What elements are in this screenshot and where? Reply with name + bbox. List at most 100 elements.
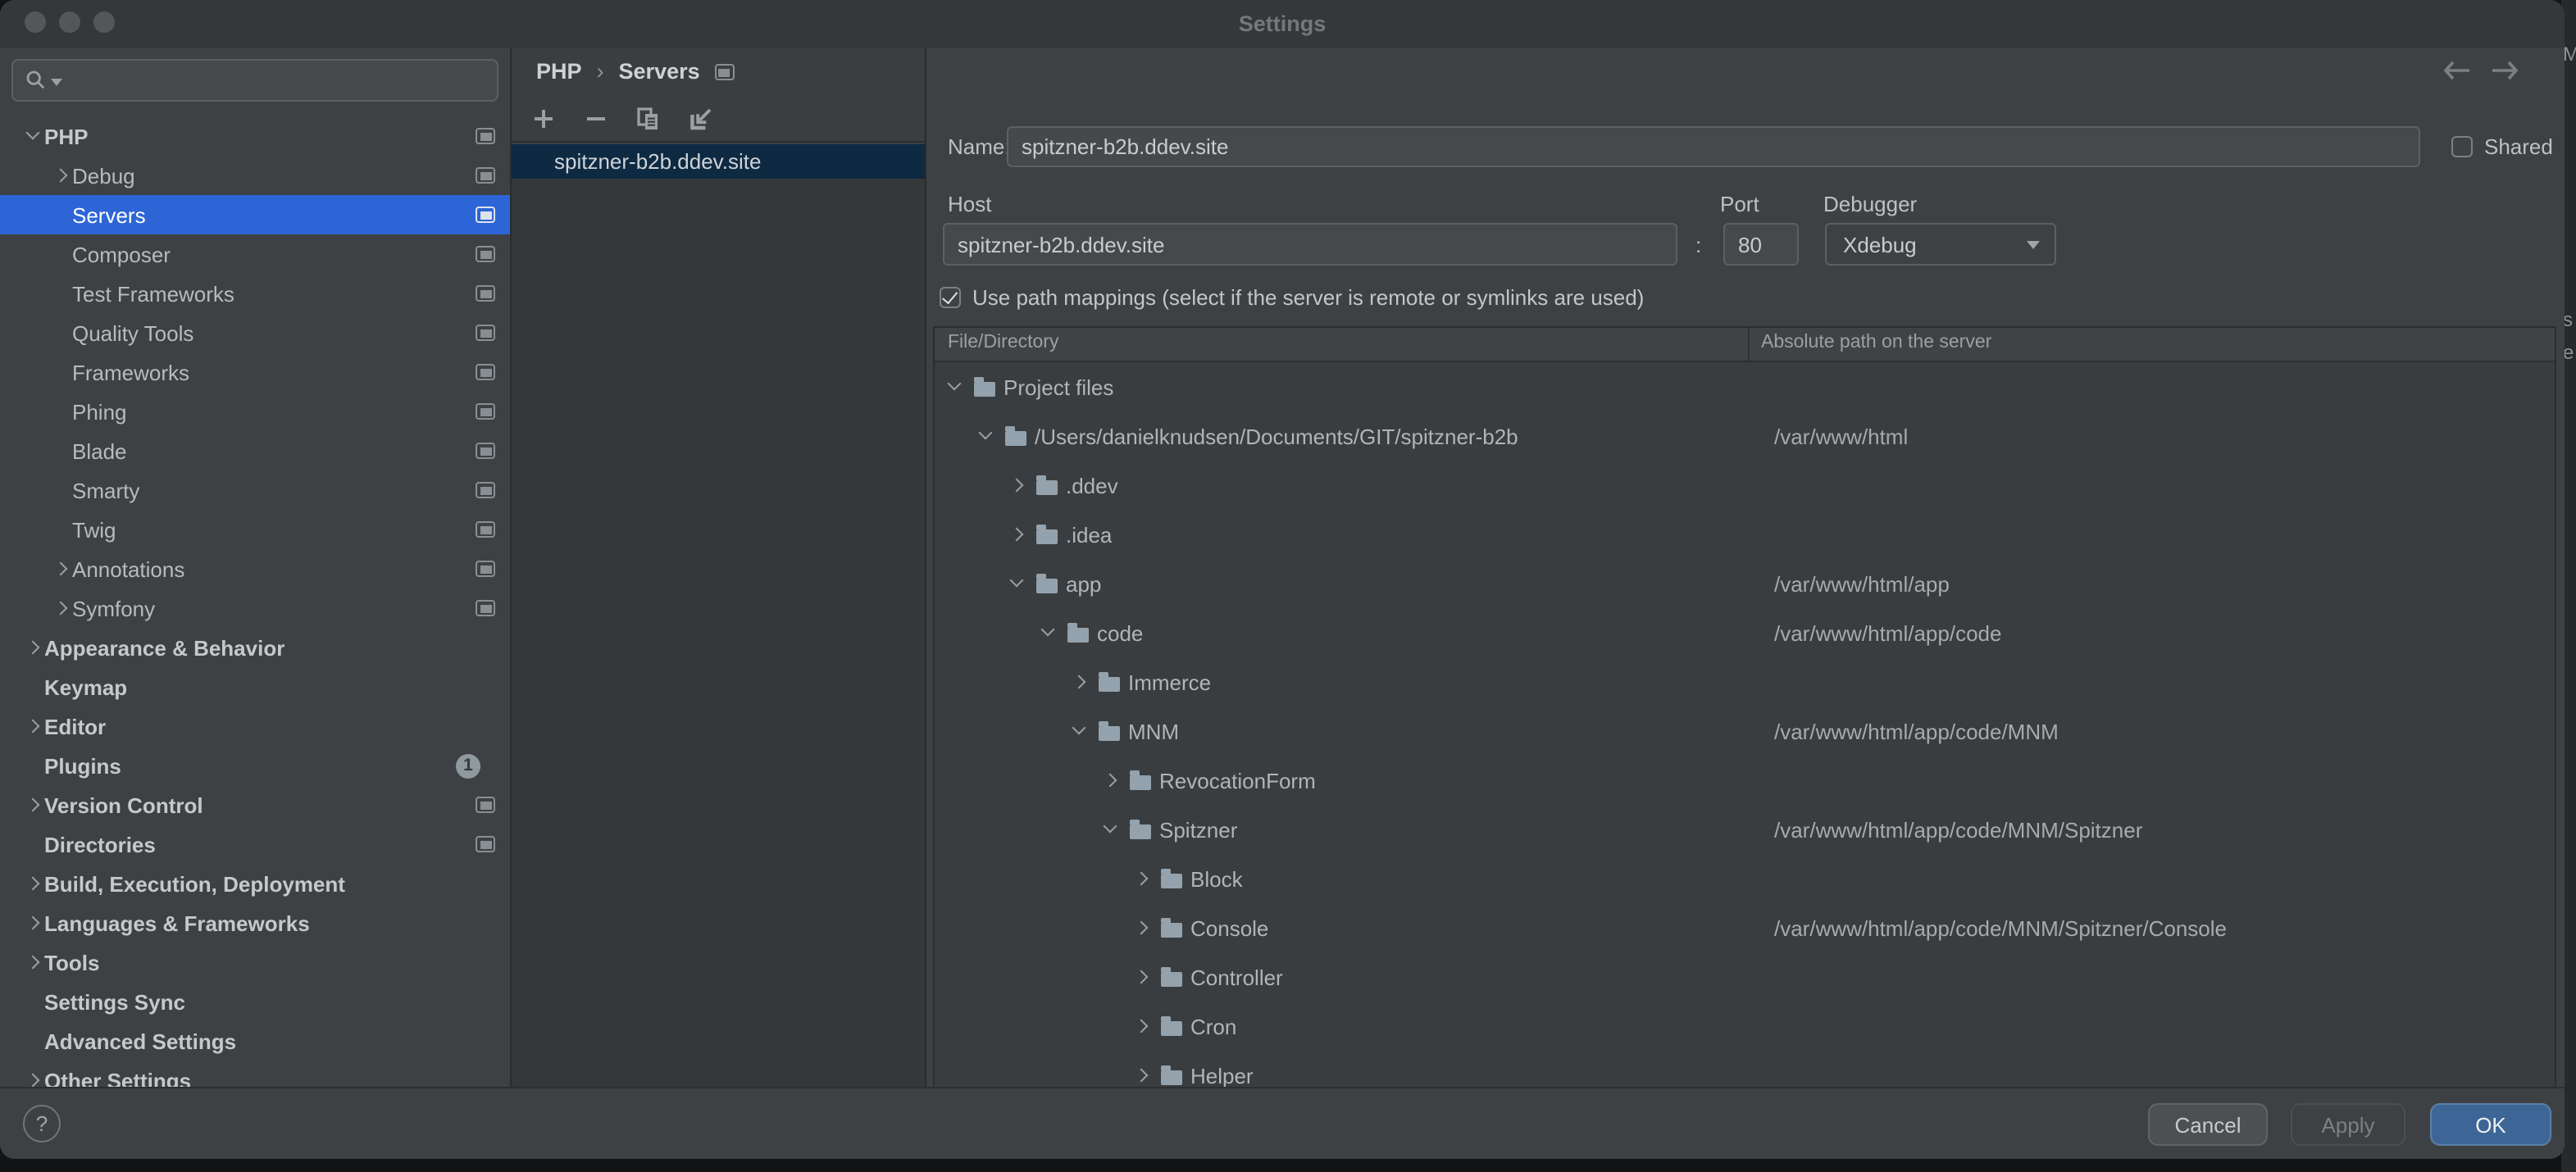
chevron-icon[interactable] bbox=[51, 558, 72, 579]
chevron-icon[interactable] bbox=[976, 425, 997, 447]
chevron-icon[interactable] bbox=[51, 401, 72, 422]
sidebar-item-smarty[interactable]: Smarty bbox=[0, 470, 510, 510]
mapping-row-controller[interactable]: Controller bbox=[935, 952, 2555, 1002]
shared-checkbox[interactable] bbox=[2451, 136, 2473, 157]
search-history-arrow-icon[interactable] bbox=[51, 79, 62, 87]
back-arrow-icon[interactable] bbox=[2443, 61, 2471, 80]
chevron-icon[interactable] bbox=[23, 834, 44, 855]
mapping-row-helper[interactable]: Helper bbox=[935, 1051, 2555, 1087]
chevron-icon[interactable] bbox=[1100, 770, 1122, 791]
chevron-icon[interactable] bbox=[23, 1070, 44, 1087]
chevron-icon[interactable] bbox=[1131, 868, 1153, 889]
mapping-row-code[interactable]: code /var/www/html/app/code bbox=[935, 608, 2555, 657]
forward-arrow-icon[interactable] bbox=[2491, 61, 2519, 80]
sidebar-item-settings-sync[interactable]: Settings Sync bbox=[0, 982, 510, 1021]
sidebar-item-composer[interactable]: Composer bbox=[0, 234, 510, 274]
chevron-icon[interactable] bbox=[51, 440, 72, 461]
chevron-icon[interactable] bbox=[944, 376, 966, 397]
chevron-icon[interactable] bbox=[23, 873, 44, 894]
breadcrumb-parent[interactable]: PHP bbox=[536, 59, 582, 84]
chevron-icon[interactable] bbox=[1007, 475, 1028, 496]
mapping-row-console[interactable]: Console /var/www/html/app/code/MNM/Spitz… bbox=[935, 903, 2555, 952]
sidebar-item-keymap[interactable]: Keymap bbox=[0, 667, 510, 706]
chevron-icon[interactable] bbox=[51, 479, 72, 501]
chevron-icon[interactable] bbox=[51, 361, 72, 383]
chevron-icon[interactable] bbox=[23, 991, 44, 1012]
debugger-select[interactable]: Xdebug bbox=[1825, 223, 2056, 266]
sidebar-item-blade[interactable]: Blade bbox=[0, 431, 510, 470]
chevron-icon[interactable] bbox=[23, 637, 44, 658]
server-list-item[interactable]: spitzner-b2b.ddev.site bbox=[512, 144, 925, 179]
sidebar-item-debug[interactable]: Debug bbox=[0, 156, 510, 195]
chevron-icon[interactable] bbox=[1131, 966, 1153, 988]
ok-button[interactable]: OK bbox=[2430, 1103, 2551, 1146]
chevron-icon[interactable] bbox=[1069, 720, 1090, 742]
sidebar-item-editor[interactable]: Editor bbox=[0, 706, 510, 746]
sidebar-item-phing[interactable]: Phing bbox=[0, 392, 510, 431]
chevron-icon[interactable] bbox=[23, 755, 44, 776]
mapping-row-users-danielknudsen-documents-git-spitzner-b2b[interactable]: /Users/danielknudsen/Documents/GIT/spitz… bbox=[935, 411, 2555, 461]
chevron-icon[interactable] bbox=[51, 597, 72, 619]
copy-server-button[interactable] bbox=[630, 100, 666, 136]
mapping-row-revocationform[interactable]: RevocationForm bbox=[935, 756, 2555, 805]
chevron-icon[interactable] bbox=[51, 322, 72, 343]
chevron-icon[interactable] bbox=[51, 243, 72, 265]
mapping-row-spitzner[interactable]: Spitzner /var/www/html/app/code/MNM/Spit… bbox=[935, 805, 2555, 854]
mapping-row-immerce[interactable]: Immerce bbox=[935, 657, 2555, 706]
sidebar-item-version-control[interactable]: Version Control bbox=[0, 785, 510, 824]
chevron-icon[interactable] bbox=[1007, 573, 1028, 594]
mapping-row-cron[interactable]: Cron bbox=[935, 1002, 2555, 1051]
sidebar-item-tools[interactable]: Tools bbox=[0, 943, 510, 982]
chevron-icon[interactable] bbox=[1131, 1015, 1153, 1037]
chevron-icon[interactable] bbox=[51, 519, 72, 540]
chevron-icon[interactable] bbox=[1038, 622, 1059, 643]
chevron-icon[interactable] bbox=[1069, 671, 1090, 693]
sidebar-item-advanced-settings[interactable]: Advanced Settings bbox=[0, 1021, 510, 1061]
mapping-row-mnm[interactable]: MNM /var/www/html/app/code/MNM bbox=[935, 706, 2555, 756]
path-mappings-checkbox[interactable] bbox=[940, 287, 961, 308]
chevron-icon[interactable] bbox=[1100, 819, 1122, 840]
host-input[interactable] bbox=[943, 223, 1677, 266]
chevron-icon[interactable] bbox=[23, 912, 44, 934]
mapping-row-ddev[interactable]: .ddev bbox=[935, 461, 2555, 510]
chevron-icon[interactable] bbox=[1131, 1065, 1153, 1086]
apply-button[interactable]: Apply bbox=[2291, 1103, 2405, 1146]
chevron-icon[interactable] bbox=[23, 794, 44, 815]
add-server-button[interactable] bbox=[525, 100, 561, 136]
chevron-icon[interactable] bbox=[1131, 917, 1153, 938]
sidebar-item-symfony[interactable]: Symfony bbox=[0, 588, 510, 628]
chevron-icon[interactable] bbox=[23, 952, 44, 973]
chevron-icon[interactable] bbox=[1007, 524, 1028, 545]
settings-search-input[interactable] bbox=[11, 59, 498, 102]
sidebar-item-other-settings[interactable]: Other Settings bbox=[0, 1061, 510, 1087]
sidebar-item-php[interactable]: PHP bbox=[0, 116, 510, 156]
sidebar-item-appearance-behavior[interactable]: Appearance & Behavior bbox=[0, 628, 510, 667]
sidebar-item-twig[interactable]: Twig bbox=[0, 510, 510, 549]
server-name-input[interactable] bbox=[1007, 126, 2420, 167]
sidebar-item-annotations[interactable]: Annotations bbox=[0, 549, 510, 588]
sidebar-item-servers[interactable]: Servers bbox=[0, 195, 510, 234]
sidebar-item-frameworks[interactable]: Frameworks bbox=[0, 352, 510, 392]
mapping-row-idea[interactable]: .idea bbox=[935, 510, 2555, 559]
mapping-row-project-files[interactable]: Project files bbox=[935, 362, 2555, 411]
remove-server-button[interactable] bbox=[577, 100, 613, 136]
chevron-icon[interactable] bbox=[51, 165, 72, 186]
chevron-icon[interactable] bbox=[23, 715, 44, 737]
sidebar-item-plugins[interactable]: Plugins 1 bbox=[0, 746, 510, 785]
chevron-icon[interactable] bbox=[23, 1030, 44, 1052]
sidebar-item-build-execution-deployment[interactable]: Build, Execution, Deployment bbox=[0, 864, 510, 903]
sidebar-item-languages-frameworks[interactable]: Languages & Frameworks bbox=[0, 903, 510, 943]
sidebar-item-quality-tools[interactable]: Quality Tools bbox=[0, 313, 510, 352]
mapping-row-app[interactable]: app /var/www/html/app bbox=[935, 559, 2555, 608]
mapping-row-block[interactable]: Block bbox=[935, 854, 2555, 903]
chevron-icon[interactable] bbox=[51, 283, 72, 304]
cancel-button[interactable]: Cancel bbox=[2148, 1103, 2268, 1146]
help-button[interactable]: ? bbox=[23, 1105, 61, 1142]
import-server-button[interactable] bbox=[682, 100, 718, 136]
sidebar-item-directories[interactable]: Directories bbox=[0, 824, 510, 864]
sidebar-item-test-frameworks[interactable]: Test Frameworks bbox=[0, 274, 510, 313]
chevron-icon[interactable] bbox=[23, 676, 44, 697]
chevron-icon[interactable] bbox=[23, 125, 44, 147]
port-input[interactable] bbox=[1723, 223, 1799, 266]
column-divider[interactable] bbox=[1748, 328, 1750, 362]
